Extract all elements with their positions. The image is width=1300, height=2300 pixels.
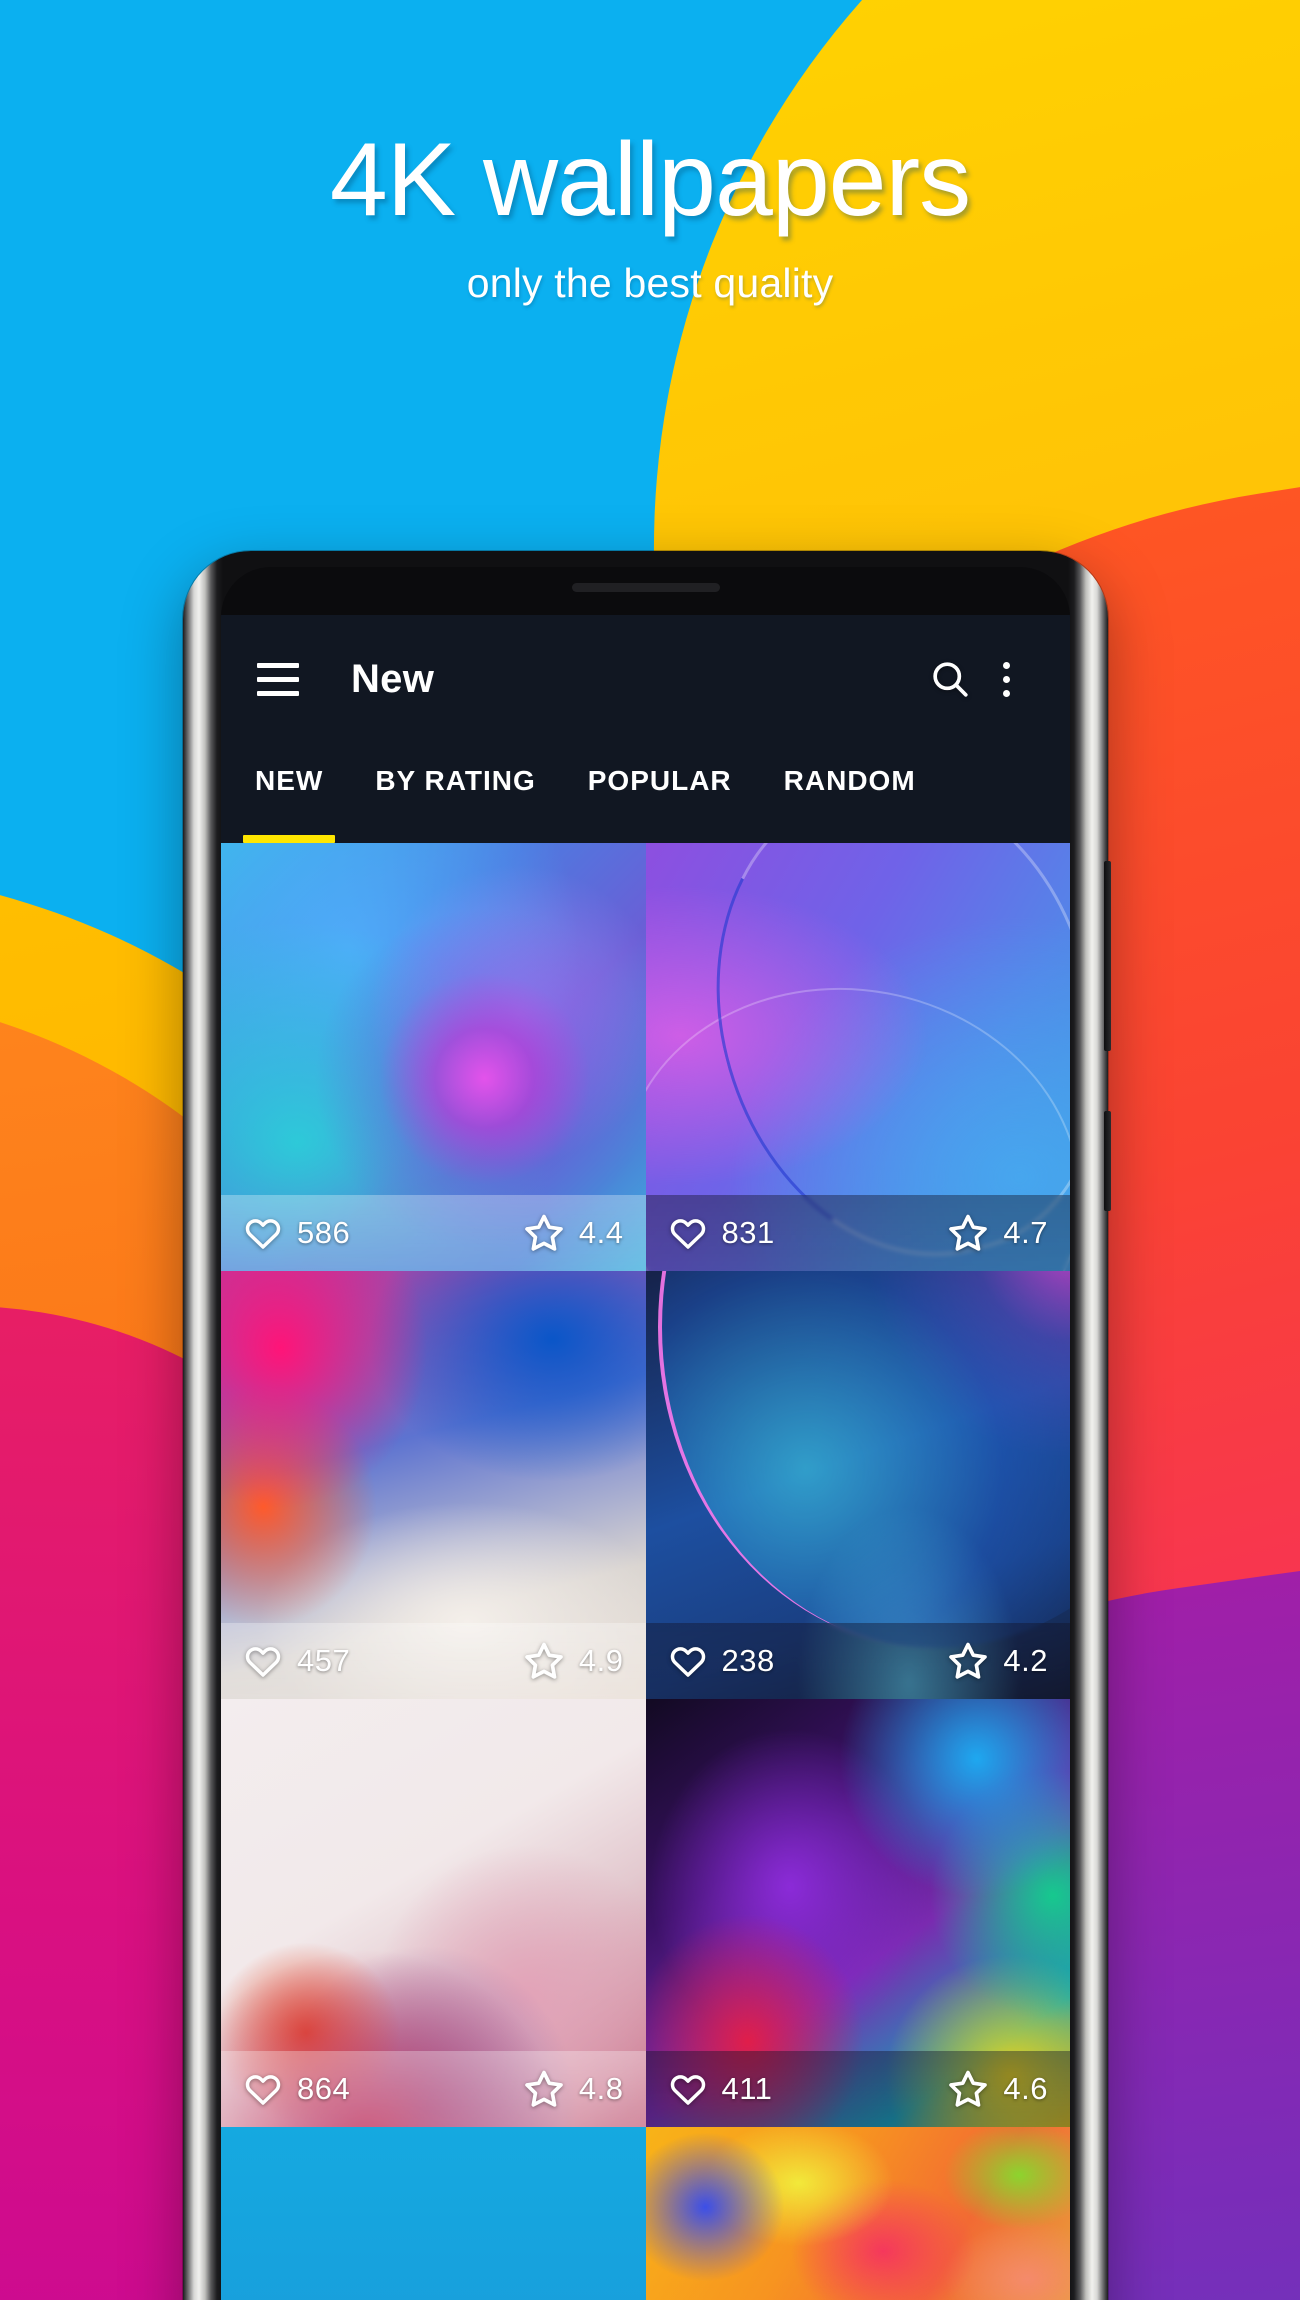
star-icon — [947, 2068, 989, 2110]
rating-stat[interactable]: 4.6 — [947, 2068, 1048, 2110]
wallpaper-tile[interactable]: 586 4.4 — [221, 843, 646, 1271]
wallpaper-thumbnail — [645, 2127, 1070, 2300]
rating-value: 4.8 — [578, 2071, 624, 2106]
wallpaper-tile[interactable]: 864 4.8 — [221, 1699, 646, 2127]
page-title: New — [351, 656, 435, 701]
rating-value: 4.7 — [1003, 1215, 1048, 1250]
like-stat[interactable]: 411 — [668, 2069, 773, 2109]
wallpaper-tile[interactable]: 238 4.2 — [645, 1271, 1070, 1699]
like-count: 457 — [297, 1643, 351, 1678]
active-tab-indicator — [243, 835, 335, 843]
like-count: 831 — [721, 1215, 775, 1250]
heart-icon — [668, 2069, 708, 2109]
wallpaper-stat-bar: 411 4.6 — [645, 2051, 1070, 2127]
rating-stat[interactable]: 4.4 — [523, 1212, 624, 1254]
like-stat[interactable]: 457 — [243, 1641, 350, 1681]
rating-value: 4.9 — [578, 1643, 624, 1678]
promo-text-block: 4K wallpapers only the best quality — [0, 0, 1300, 307]
wallpaper-tile[interactable] — [645, 2127, 1070, 2300]
rating-stat[interactable]: 4.8 — [523, 2068, 624, 2110]
search-icon[interactable] — [922, 651, 978, 707]
star-icon — [947, 1212, 989, 1254]
tab-popular[interactable]: POPULAR — [588, 743, 732, 797]
like-stat[interactable]: 864 — [243, 2069, 350, 2109]
phone-volume-button — [1104, 861, 1111, 1051]
tab-by-rating[interactable]: BY RATING — [375, 743, 535, 797]
tab-new[interactable]: NEW — [255, 743, 323, 797]
phone-earpiece-icon — [571, 583, 720, 592]
heart-icon — [243, 2069, 283, 2109]
wallpaper-stat-bar: 586 4.4 — [221, 1195, 646, 1271]
tab-new-label: NEW — [255, 765, 324, 796]
wallpaper-grid: 586 4.4 831 4.7 457 4.9 238 4.2 864 4.8 411 4.6 — [221, 843, 1070, 2300]
like-stat[interactable]: 586 — [243, 1213, 350, 1253]
wallpaper-tile[interactable]: 411 4.6 — [645, 1699, 1070, 2127]
wallpaper-stat-bar: 864 4.8 — [221, 2051, 646, 2127]
like-count: 238 — [721, 1643, 775, 1678]
rating-stat[interactable]: 4.7 — [947, 1212, 1048, 1254]
wallpaper-stat-bar: 831 4.7 — [645, 1195, 1070, 1271]
wallpaper-stat-bar: 457 4.9 — [221, 1623, 646, 1699]
hamburger-menu-icon[interactable] — [257, 662, 299, 696]
app-screen: New NEW BY RATING POPULAR RANDOM 586 4.4… — [221, 615, 1070, 2300]
tab-random-label: RANDOM — [783, 765, 916, 796]
phone-mockup: New NEW BY RATING POPULAR RANDOM 586 4.4… — [183, 551, 1111, 2300]
rating-value: 4.4 — [578, 1215, 624, 1250]
wallpaper-tile[interactable]: 457 4.9 — [221, 1271, 646, 1699]
star-icon — [523, 2068, 565, 2110]
tab-by-rating-label: BY RATING — [375, 765, 536, 796]
star-icon — [523, 1212, 565, 1254]
like-stat[interactable]: 238 — [668, 1641, 775, 1681]
app-bar: New — [221, 615, 1070, 743]
rating-stat[interactable]: 4.2 — [947, 1640, 1048, 1682]
like-stat[interactable]: 831 — [668, 1213, 775, 1253]
tab-bar: NEW BY RATING POPULAR RANDOM — [221, 743, 1070, 843]
heart-icon — [668, 1641, 708, 1681]
tab-random[interactable]: RANDOM — [784, 743, 916, 797]
wallpaper-thumbnail — [221, 2127, 646, 2300]
rating-value: 4.6 — [1003, 2071, 1048, 2106]
wallpaper-tile[interactable]: 831 4.7 — [645, 843, 1070, 1271]
star-icon — [523, 1640, 565, 1682]
like-count: 586 — [297, 1215, 351, 1250]
promo-subheadline: only the best quality — [466, 260, 834, 306]
phone-power-button — [1104, 1111, 1111, 1211]
heart-icon — [243, 1213, 283, 1253]
star-icon — [947, 1640, 989, 1682]
heart-icon — [243, 1641, 283, 1681]
rating-value: 4.2 — [1003, 1643, 1048, 1678]
wallpaper-tile[interactable] — [221, 2127, 646, 2300]
heart-icon — [668, 1213, 708, 1253]
like-count: 411 — [721, 2071, 773, 2106]
rating-stat[interactable]: 4.9 — [523, 1640, 624, 1682]
promo-headline: 4K wallpapers — [329, 122, 971, 238]
phone-bezel-inner: New NEW BY RATING POPULAR RANDOM 586 4.4… — [221, 567, 1070, 2300]
more-vertical-icon[interactable] — [978, 651, 1034, 707]
like-count: 864 — [297, 2071, 351, 2106]
tab-popular-label: POPULAR — [587, 765, 732, 796]
wallpaper-stat-bar: 238 4.2 — [645, 1623, 1070, 1699]
